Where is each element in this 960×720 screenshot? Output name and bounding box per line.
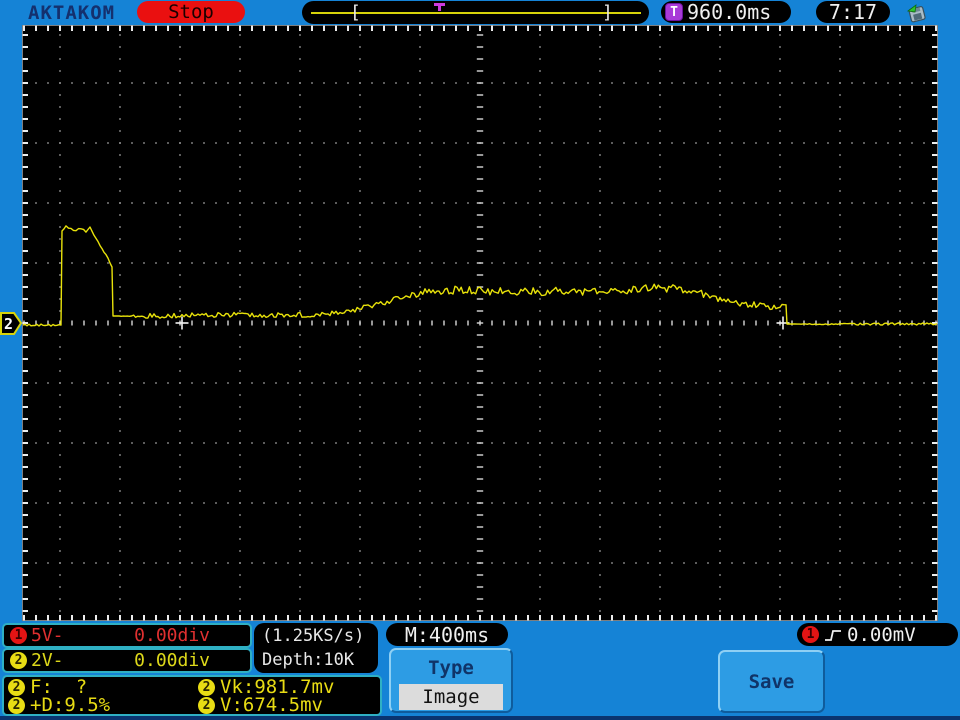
window-right-bracket-icon: ] <box>602 2 613 23</box>
run-status-label: Stop <box>168 1 214 23</box>
measure-voltage-value: V:674.5mv <box>220 694 323 716</box>
measure-duty-value: +D:9.5% <box>30 694 111 716</box>
sample-rate-readout: (1.25KS/s) <box>262 626 365 646</box>
memory-depth-readout: Depth:10K <box>262 650 355 670</box>
clock-value: 7:17 <box>828 0 878 24</box>
type-button-label: Type <box>428 657 474 679</box>
channel2-marker-label: 2 <box>4 315 13 333</box>
save-button-label: Save <box>748 670 795 693</box>
trigger-source-badge: 1 <box>802 626 819 643</box>
timebase-value: M:400ms <box>404 622 490 647</box>
brand-logo: AKTAKOM <box>28 2 116 24</box>
channel2-info-row: 2 2V- 0.00div <box>2 648 252 673</box>
measure-voltage: 2 V:674.5mv <box>198 694 376 716</box>
trigger-level-readout: 1 0.00mV <box>797 623 958 646</box>
rising-edge-icon <box>825 629 841 641</box>
acquire-info-box: (1.25KS/s) Depth:10K <box>254 623 378 673</box>
channel1-scale: 5V- <box>31 625 64 646</box>
measure-ch-badge: 2 <box>198 678 215 696</box>
channel1-position: 0.00div <box>134 625 210 646</box>
waveform-display <box>22 25 938 621</box>
channel2-position-marker[interactable]: 2 <box>0 311 23 336</box>
storage-icon <box>906 4 926 23</box>
save-button[interactable]: Save <box>718 650 825 713</box>
measure-ch-badge: 2 <box>8 678 25 696</box>
type-button[interactable]: Type Image <box>389 648 513 713</box>
channel2-scale: 2V- <box>31 650 64 671</box>
trigger-position-icon <box>434 3 445 11</box>
measure-ch-badge: 2 <box>8 696 25 714</box>
top-status-bar: AKTAKOM Stop [ ] T 960.0ms 7:17 <box>0 0 960 25</box>
channel2-badge: 2 <box>10 652 27 669</box>
oscilloscope-screen: AKTAKOM Stop [ ] T 960.0ms 7:17 2 1 5V- … <box>0 0 960 720</box>
bottom-edge-strip <box>0 716 960 720</box>
channel1-info-row: 1 5V- 0.00div <box>2 623 252 648</box>
clock-readout: 7:17 <box>816 0 890 24</box>
timebase-readout: M:400ms <box>386 622 508 647</box>
trigger-position-bar: [ ] <box>302 1 649 24</box>
trigger-time-readout: T 960.0ms <box>661 0 791 24</box>
trigger-time-value: 960.0ms <box>687 0 772 24</box>
channel1-badge: 1 <box>10 627 27 644</box>
trigger-t-icon: T <box>665 3 683 21</box>
window-left-bracket-icon: [ <box>350 2 361 23</box>
graticule-and-trace <box>22 25 938 621</box>
measure-panel: 2 F: ? 2 Vk:981.7mv 2 +D:9.5% 2 V:674.5m… <box>2 675 382 716</box>
channel2-position: 0.00div <box>134 650 210 671</box>
type-button-value[interactable]: Image <box>399 684 503 710</box>
measure-duty: 2 +D:9.5% <box>8 694 198 716</box>
trigger-level-value: 0.00mV <box>847 623 916 646</box>
run-status-badge: Stop <box>137 1 245 23</box>
measure-ch-badge: 2 <box>198 696 215 714</box>
